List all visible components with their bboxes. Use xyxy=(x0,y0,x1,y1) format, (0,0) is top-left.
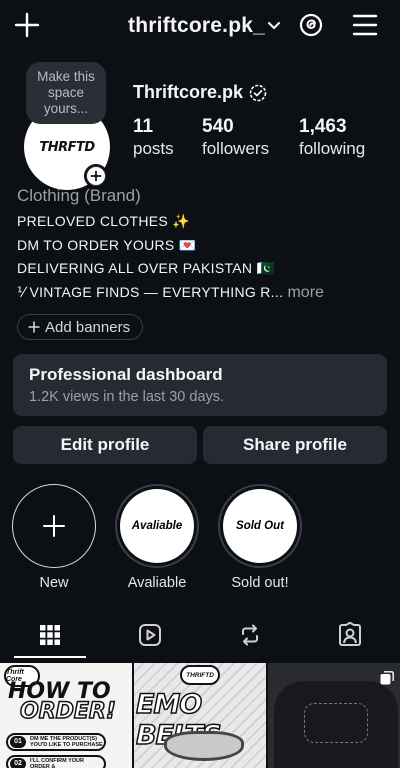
verified-badge-icon xyxy=(249,84,267,101)
post-step: 01 DM ME THE PRODUCT(S) YOU'D LIKE TO PU… xyxy=(6,733,106,751)
posts-stat[interactable]: 11 posts xyxy=(133,116,174,159)
reposts-icon xyxy=(242,624,258,646)
bio-line: PRELOVED CLOTHES ✨ xyxy=(17,213,190,229)
followers-count: 540 xyxy=(202,116,234,137)
note-text: Make this space yours... xyxy=(37,69,95,116)
note-bubble[interactable]: Make this space yours... xyxy=(26,62,106,124)
highlight-cover-text: Avaliable xyxy=(120,489,194,563)
profile-tabs xyxy=(0,610,400,660)
reels-icon xyxy=(139,624,161,646)
menu-icon[interactable] xyxy=(352,13,378,37)
highlight-new[interactable]: New xyxy=(10,484,98,591)
bio-line: DELIVERING ALL OVER PAKISTAN 🇵🇰 xyxy=(17,260,275,276)
plus-icon xyxy=(90,170,102,182)
highlight-cover-text: Sold Out xyxy=(223,489,297,563)
carousel-icon xyxy=(380,671,394,685)
profile-category: Clothing (Brand) xyxy=(17,186,141,205)
following-count: 1,463 xyxy=(299,116,347,137)
bio-line: ⅟ VINTAGE FINDS — EVERYTHING R... xyxy=(17,283,284,300)
bio-line-last: ⅟ VINTAGE FINDS — EVERYTHING R... more xyxy=(17,281,387,305)
posts-count: 11 xyxy=(133,116,154,137)
post-step-text: I'LL CONFIRM YOUR ORDER & xyxy=(30,758,84,768)
plus-icon[interactable] xyxy=(12,10,42,40)
add-story-button[interactable] xyxy=(84,164,108,188)
posts-label: posts xyxy=(133,139,174,158)
tab-posts-grid[interactable] xyxy=(0,610,100,660)
chevron-down-icon[interactable] xyxy=(266,18,282,34)
top-bar: thriftcore.pk_ xyxy=(0,0,400,52)
following-label: following xyxy=(299,139,366,158)
new-highlight-ring xyxy=(12,484,96,568)
highlight-label: Avaliable xyxy=(127,575,187,591)
posts-grid: Thrift Core HOW TO ORDER! 01 DM ME THE P… xyxy=(0,663,400,768)
add-banners-label: Add banners xyxy=(45,318,131,336)
highlight-label: Sold out! xyxy=(231,575,289,591)
highlight-sold-out[interactable]: Sold Out Sold out! xyxy=(216,484,304,591)
professional-dashboard[interactable]: Professional dashboard 1.2K views in the… xyxy=(13,354,387,416)
edit-profile-button[interactable]: Edit profile xyxy=(13,426,197,464)
bio-more-link[interactable]: more xyxy=(287,284,323,301)
post-thumbnail-emo-belts[interactable]: THRIFTD EMO BELTS xyxy=(134,663,266,768)
share-profile-button[interactable]: Share profile xyxy=(203,426,387,464)
avatar-logo: THRFTD xyxy=(39,139,95,155)
highlight-available[interactable]: Avaliable Avaliable xyxy=(113,484,201,591)
profile-name: Thriftcore.pk xyxy=(133,82,267,103)
dashboard-title: Professional dashboard xyxy=(29,365,223,384)
post-step-number: 02 xyxy=(10,758,26,768)
post-step: 02 I'LL CONFIRM YOUR ORDER & xyxy=(6,755,106,768)
following-stat[interactable]: 1,463 following xyxy=(299,116,365,159)
belt-image xyxy=(164,731,244,761)
highlight-cover: Avaliable xyxy=(115,484,199,568)
post-brand-pill: THRIFTD xyxy=(180,665,220,685)
followers-label: followers xyxy=(202,139,270,158)
post-step-number: 01 xyxy=(10,736,26,748)
tagged-icon xyxy=(339,622,361,646)
post-thumbnail-shirt[interactable] xyxy=(268,663,400,768)
followers-stat[interactable]: 540 followers xyxy=(202,116,269,159)
highlight-cover: Sold Out xyxy=(218,484,302,568)
bio-line: DM TO ORDER YOURS 💌 xyxy=(17,236,197,253)
add-banners-button[interactable]: Add banners xyxy=(17,314,144,340)
highlight-label: New xyxy=(39,575,69,591)
threads-icon[interactable] xyxy=(298,12,324,38)
tab-tagged[interactable] xyxy=(300,610,400,660)
dashboard-subtitle: 1.2K views in the last 30 days. xyxy=(29,389,225,405)
plus-icon xyxy=(43,515,65,537)
grid-icon xyxy=(40,625,60,645)
profile-username[interactable]: thriftcore.pk_ xyxy=(128,14,265,38)
profile-display-name: Thriftcore.pk xyxy=(133,82,244,102)
shirt-print-graphic xyxy=(304,703,368,743)
post-thumbnail-how-to-order[interactable]: Thrift Core HOW TO ORDER! 01 DM ME THE P… xyxy=(0,663,132,768)
post-headline: ORDER! xyxy=(19,699,116,724)
tab-reels[interactable] xyxy=(100,610,200,660)
profile-stats: 11 posts 540 followers 1,463 following xyxy=(133,116,383,162)
profile-bio[interactable]: PRELOVED CLOTHES ✨ DM TO ORDER YOURS 💌 D… xyxy=(17,210,387,304)
plus-icon xyxy=(28,321,40,333)
post-step-text: DM ME THE PRODUCT(S) YOU'D LIKE TO PURCH… xyxy=(30,736,103,748)
tab-reposts[interactable] xyxy=(200,610,300,660)
